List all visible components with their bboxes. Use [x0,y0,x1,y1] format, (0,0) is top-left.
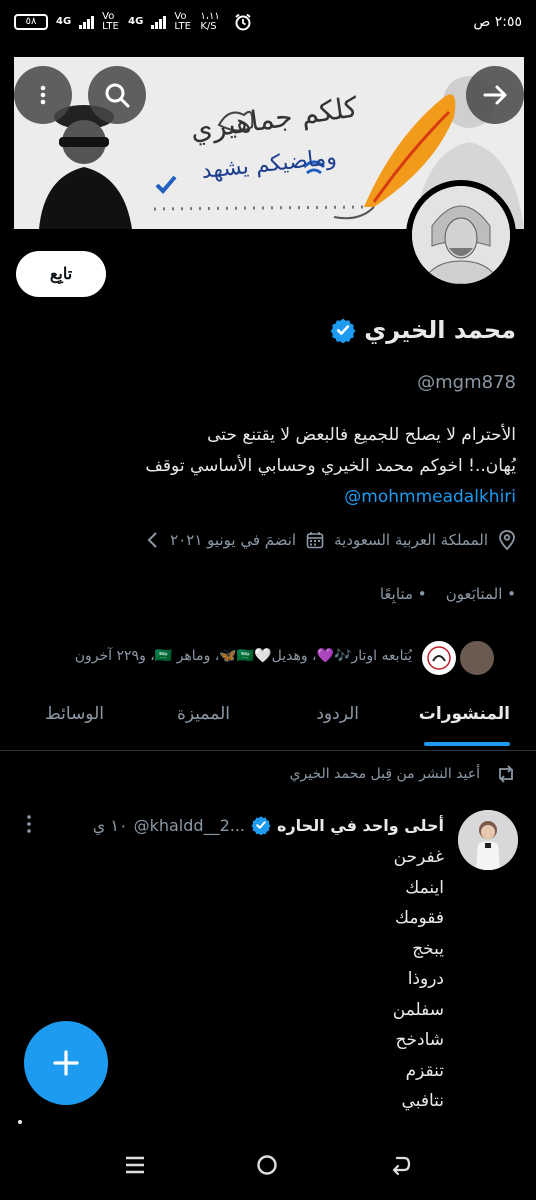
tweet-time: ١٠ ي [92,815,128,835]
more-options-button[interactable] [14,66,72,124]
status-icons: ٥٨ 4G Vo LTE 4G Vo LTE ١،١١ K/S [14,12,252,32]
follow-counts: • المتابَعون • متابِعًا [380,585,516,603]
bio-line-1: الأحترام لا يصلح للجميع فالبعض لا يقتنع … [207,425,516,445]
avatar-sketch [412,186,510,284]
repost-icon [499,765,513,783]
more-vertical-icon [40,85,46,105]
repost-header: أعيد النشر من قِبل محمد الخيري [290,765,516,783]
battery-level: ٥٨ [25,16,37,27]
followed-by-row[interactable]: يُتابعه اوتار🎶💜، وهديل🤍🇸🇦🦋، وماهر 🇸🇦، و٢… [0,640,536,676]
signal-icon [79,15,95,29]
signal-icon-2 [151,15,167,29]
profile-bio: الأحترام لا يصلح للجميع فالبعض لا يقتنع … [16,420,516,513]
following-link[interactable]: • متابِعًا [380,585,427,603]
profile-name-row: محمد الخيري [330,316,516,344]
search-icon [105,83,130,108]
tweet-text: غفرحن اينمك فقومك يبخج دروذا سفلمن شادخح… [392,847,444,1111]
follower-avatar-2 [458,640,496,676]
tweet-author-name[interactable]: أحلى واحد في الحاره [277,816,444,835]
home-icon[interactable] [256,1154,278,1176]
scroll-dot [18,1120,22,1124]
tweet-author-handle: @khaldd__2... [133,815,245,835]
network-speed: ١،١١ K/S [200,11,220,32]
avatar [412,186,510,284]
recent-apps-icon[interactable] [124,1154,146,1176]
plus-icon [53,1050,79,1076]
profile-tabs: المنشورات الردود المميزة الوسائط [0,690,536,751]
follower-avatar-1 [420,640,458,676]
alarm-icon [235,13,251,31]
follow-button[interactable]: تابِع [16,251,106,297]
search-button[interactable] [88,66,146,124]
back-nav-icon[interactable] [390,1154,412,1176]
profile-meta-row: المملكة العربية السعودية انضمَ في يونيو … [16,530,516,550]
profile-handle: @mgm878 [417,372,516,393]
tab-highlights[interactable]: المميزة [177,704,230,724]
volte-label-1: Vo LTE [102,11,119,32]
back-button[interactable] [466,66,524,124]
system-nav-bar [0,1130,536,1200]
profile-joined: انضمَ في يونيو ٢٠٢١ [170,531,297,549]
profile-avatar-frame[interactable] [406,180,516,290]
tab-posts[interactable]: المنشورات [419,704,510,724]
tweet-more-icon[interactable] [22,813,36,835]
battery-icon: ٥٨ [14,14,48,30]
calendar-icon [306,532,324,549]
location-pin-icon [499,530,515,550]
clock: ٢:٥٥ ص [473,14,522,30]
following-label: متابِعًا [379,585,413,603]
status-bar: ٥٨ 4G Vo LTE 4G Vo LTE ١،١١ K/S ٢:٥٥ ص [0,0,536,50]
tab-replies[interactable]: الردود [316,704,359,724]
network-type-2: 4G [128,16,144,27]
tweet-header: أحلى واحد في الحاره @khaldd__2... ١٠ ي [93,815,444,835]
followers-link[interactable]: • المتابَعون [446,585,516,603]
tweet-avatar[interactable] [458,810,518,870]
profile-location: المملكة العربية السعودية [334,531,488,549]
verified-badge-icon [251,816,271,835]
bio-line-2: يُهان..! اخوكم محمد الخيري وحسابي الأساس… [145,456,516,476]
followers-label: المتابَعون [445,585,503,603]
repost-label: أعيد النشر من قِبل محمد الخيري [289,766,480,782]
active-tab-indicator [424,742,510,746]
network-type-1: 4G [56,16,72,27]
arrow-right-icon [483,85,507,105]
volte-label-2: Vo LTE [174,11,191,32]
oud-logo-icon [427,646,451,670]
bio-link[interactable]: @mohmmeadalkhiri [16,482,516,513]
chevron-left-icon[interactable] [146,531,160,549]
tab-media[interactable]: الوسائط [45,704,104,724]
verified-badge-icon[interactable] [330,317,356,343]
compose-button[interactable] [24,1021,108,1105]
profile-name: محمد الخيري [364,316,516,344]
child-photo [458,810,518,870]
followed-by-text: يُتابعه اوتار🎶💜، وهديل🤍🇸🇦🦋، وماهر 🇸🇦، و٢… [74,648,412,664]
